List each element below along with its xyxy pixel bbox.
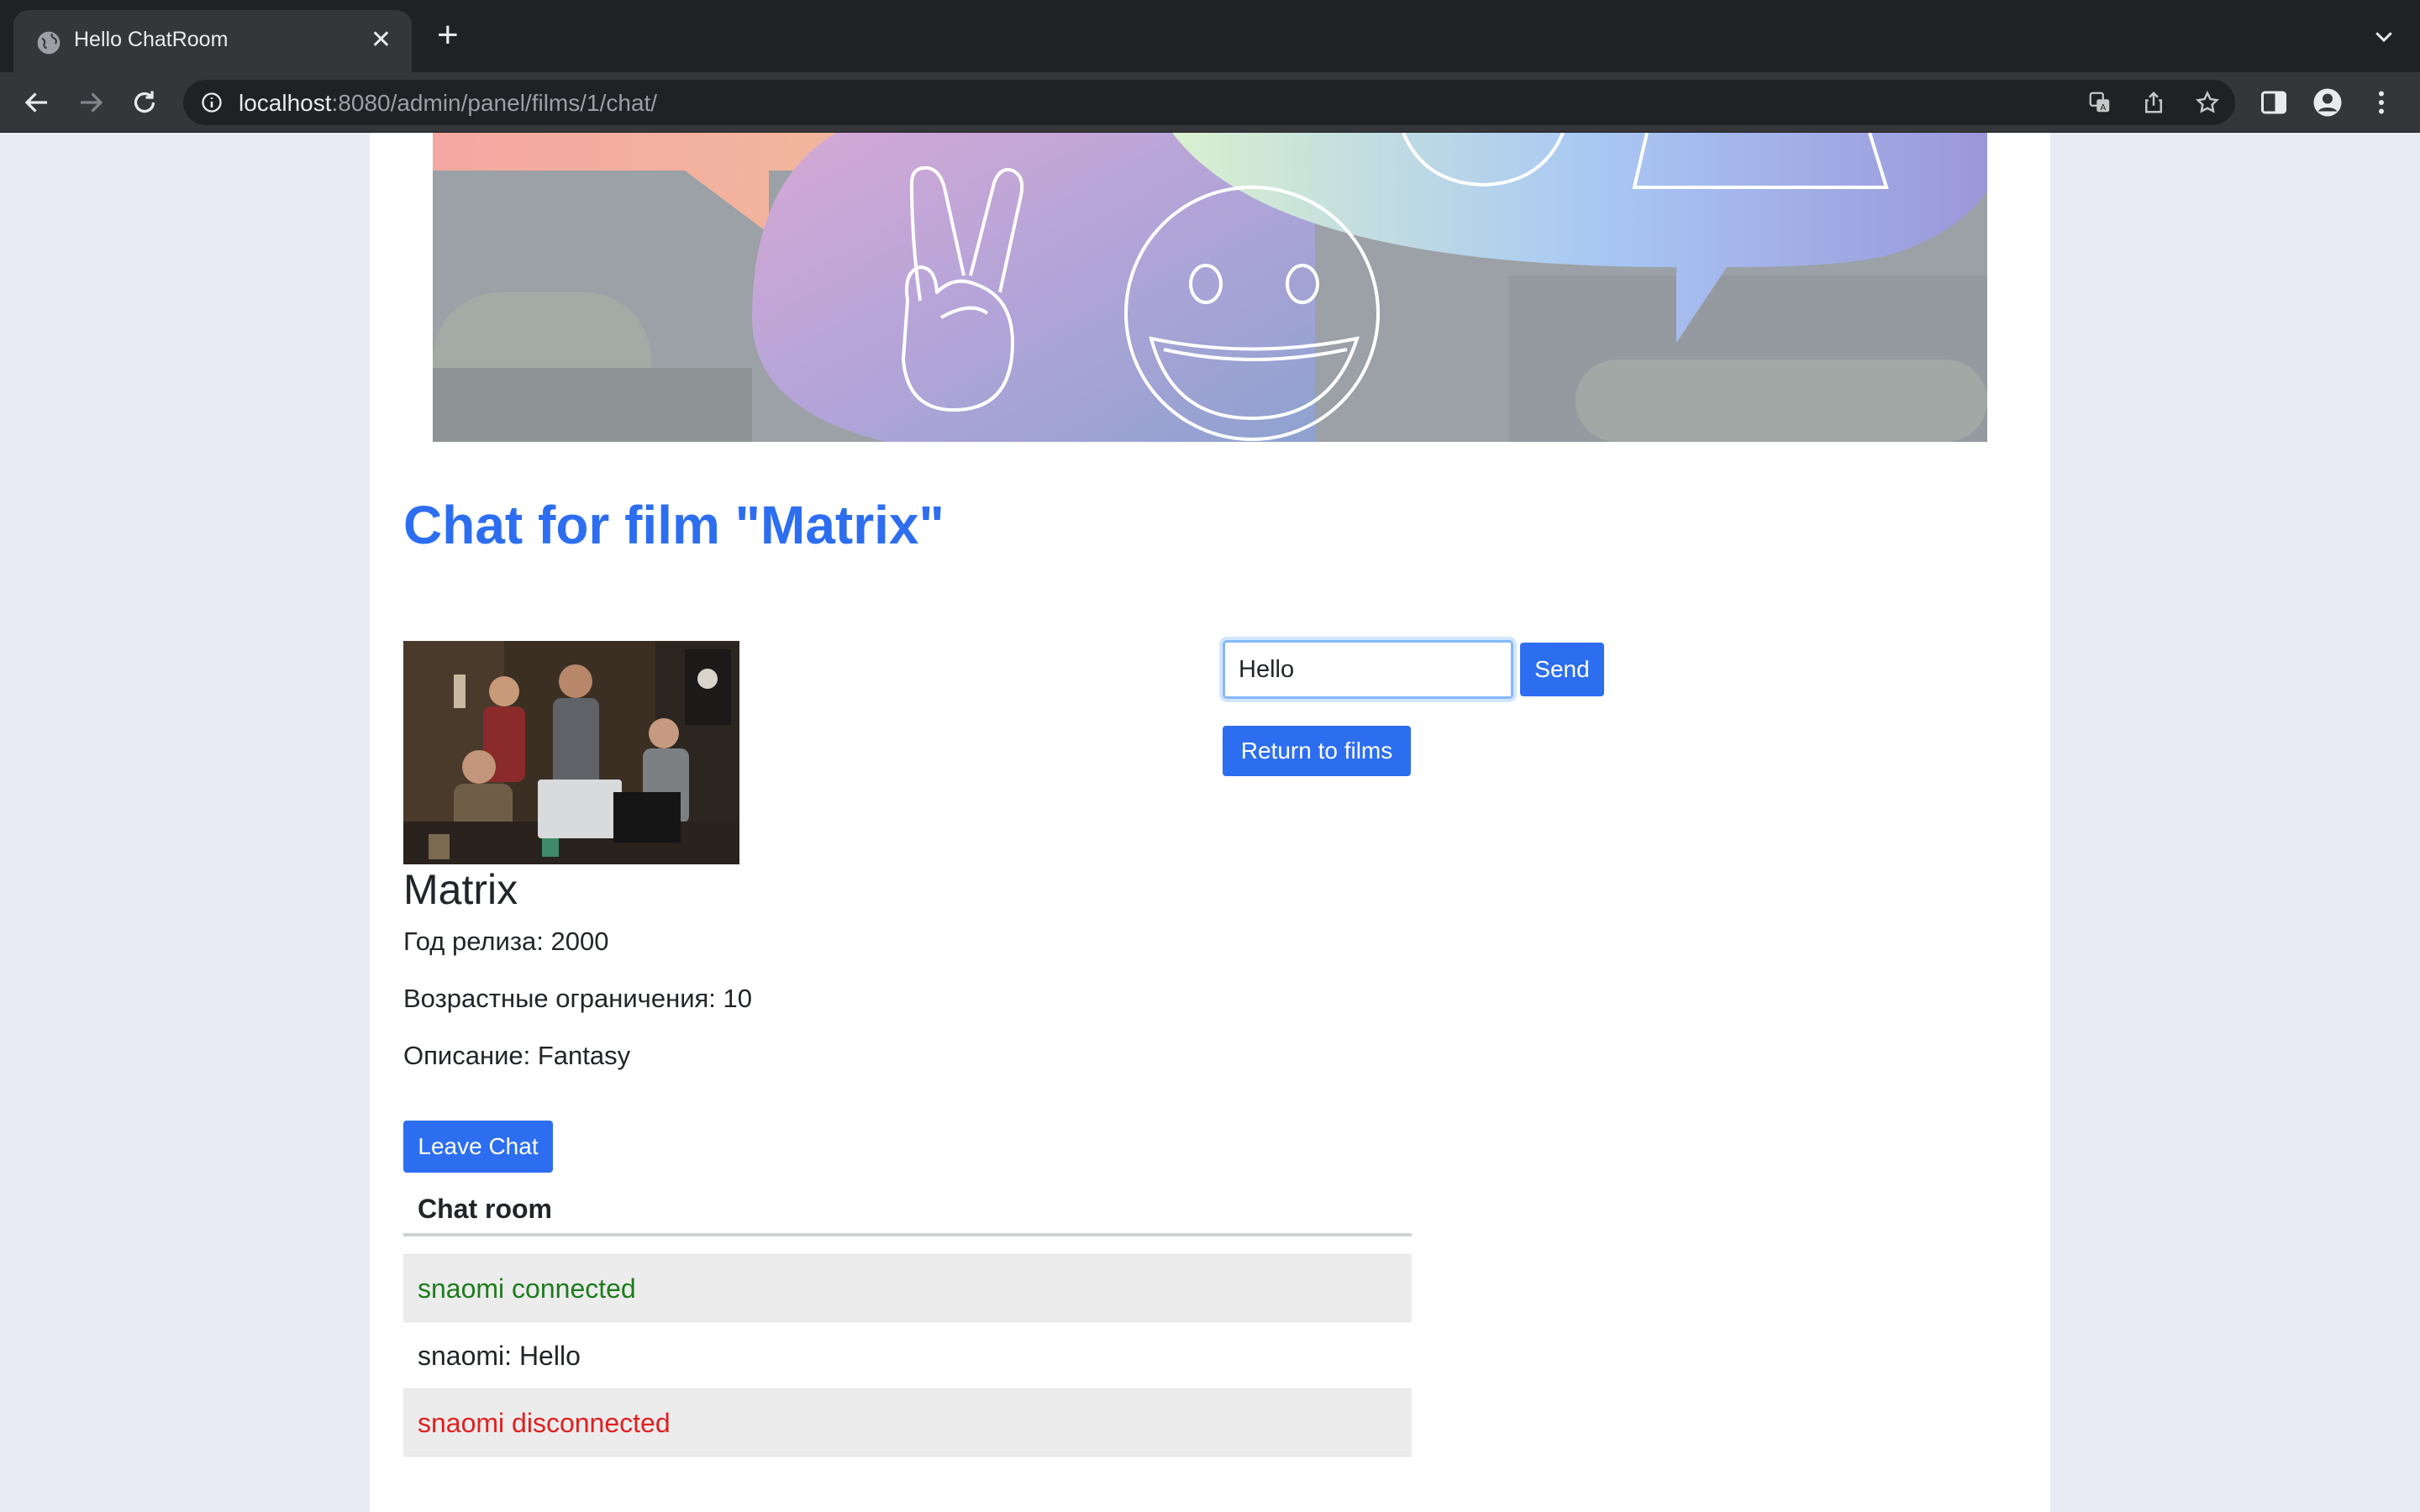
send-button[interactable]: Send [1520,643,1604,696]
chat-divider [403,1236,1412,1255]
profile-icon[interactable] [2312,87,2343,118]
plus-icon[interactable]: + [437,17,459,54]
forward-arrow-icon[interactable] [76,87,106,118]
leave-chat-button[interactable]: Leave Chat [403,1121,553,1173]
star-icon[interactable] [2195,90,2220,115]
browser-toolbar: localhost:8080/admin/panel/films/1/chat/… [0,72,2420,133]
chat-room-table: Chat room snaomi connected snaomi: Hello… [403,1181,1412,1457]
info-icon[interactable] [200,91,224,114]
globe-icon [37,31,60,55]
message-input[interactable]: Hello [1223,640,1513,699]
chat-message-row: snaomi disconnected [403,1389,1412,1457]
chat-message-text: snaomi connected [418,1273,636,1304]
chat-room-header: Chat room [403,1181,1412,1236]
svg-text:A: A [2100,103,2106,113]
chat-message-text: snaomi disconnected [418,1408,671,1438]
translate-icon[interactable]: A [2087,90,2112,115]
close-icon[interactable]: ✕ [371,25,392,55]
chevron-down-icon[interactable] [2371,24,2396,49]
side-panel-icon[interactable] [2259,87,2289,118]
film-poster-image [403,641,739,864]
film-name: Matrix [403,866,518,913]
url-text: localhost:8080/admin/panel/films/1/chat/ [239,90,658,116]
chat-banner-image [433,133,1987,442]
browser-tab[interactable]: Hello ChatRoom ✕ [13,10,412,72]
browser-tab-strip: Hello ChatRoom ✕ + [0,0,2420,72]
content-container: Chat for film "Matrix" Matrix Год релиза… [370,133,2050,1512]
back-arrow-icon[interactable] [22,87,52,118]
chat-message-row: snaomi: Hello [403,1322,1412,1389]
page-viewport: Chat for film "Matrix" Matrix Год релиза… [0,133,2420,1512]
film-age-rating: Возрастные ограничения: 10 [403,984,753,1013]
address-bar[interactable]: localhost:8080/admin/panel/films/1/chat/… [183,80,2235,125]
kebab-menu-icon[interactable] [2366,87,2396,118]
chat-message-text: snaomi: Hello [418,1341,581,1371]
tab-title: Hello ChatRoom [74,28,229,51]
return-to-films-button[interactable]: Return to films [1223,726,1411,776]
film-description: Описание: Fantasy [403,1041,631,1070]
reload-icon[interactable] [129,87,160,118]
film-release-year: Год релиза: 2000 [403,927,609,956]
share-icon[interactable] [2141,90,2166,115]
page-title: Chat for film "Matrix" [403,495,944,555]
chat-message-row: snaomi connected [403,1255,1412,1322]
